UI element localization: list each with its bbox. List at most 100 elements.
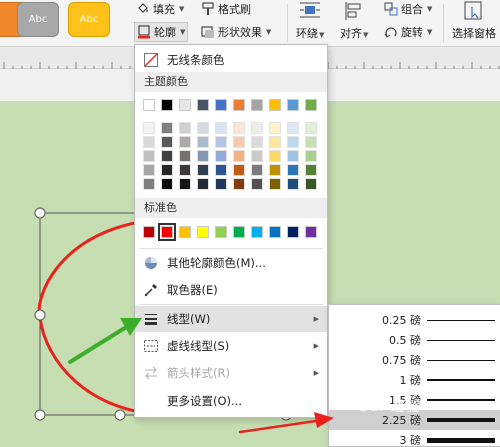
- line-weight-option[interactable]: 0.25 磅: [329, 310, 500, 330]
- theme-shade-swatch[interactable]: [233, 178, 245, 190]
- group-button[interactable]: 组合 ▼: [384, 0, 432, 18]
- theme-shade-swatch[interactable]: [143, 150, 155, 162]
- theme-shade-swatch[interactable]: [179, 122, 191, 134]
- theme-shade-swatch[interactable]: [251, 136, 263, 148]
- more-outline-colors-item[interactable]: 其他轮廓颜色(M)...: [135, 250, 327, 276]
- dash-type-item[interactable]: 虚线线型(S) ▶: [135, 333, 327, 359]
- line-weight-option[interactable]: 0.75 磅: [329, 350, 500, 370]
- theme-color-swatch[interactable]: [233, 99, 245, 111]
- eyedropper-item[interactable]: 取色器(E): [135, 277, 327, 303]
- theme-shade-swatch[interactable]: [233, 150, 245, 162]
- theme-shade-swatch[interactable]: [197, 178, 209, 190]
- theme-shade-swatch[interactable]: [251, 164, 263, 176]
- theme-shade-swatch[interactable]: [287, 150, 299, 162]
- theme-shade-swatch[interactable]: [143, 136, 155, 148]
- theme-shade-swatch[interactable]: [143, 164, 155, 176]
- selection-pane-label: 选择窗格: [452, 27, 496, 40]
- standard-color-swatch[interactable]: [197, 226, 209, 238]
- theme-shade-swatch[interactable]: [305, 122, 317, 134]
- theme-colors-heading: 主题颜色: [135, 72, 327, 92]
- theme-shade-swatch[interactable]: [269, 136, 281, 148]
- theme-shade-swatch[interactable]: [161, 136, 173, 148]
- line-weight-option[interactable]: 0.5 磅: [329, 330, 500, 350]
- theme-shade-swatch[interactable]: [251, 150, 263, 162]
- theme-shade-swatch[interactable]: [179, 136, 191, 148]
- theme-shade-swatch[interactable]: [305, 150, 317, 162]
- standard-color-swatch[interactable]: [287, 226, 299, 238]
- theme-color-swatch[interactable]: [179, 99, 191, 111]
- theme-shade-swatch[interactable]: [161, 164, 173, 176]
- theme-shade-swatch[interactable]: [287, 122, 299, 134]
- theme-color-swatch[interactable]: [143, 99, 155, 111]
- standard-color-swatch[interactable]: [215, 226, 227, 238]
- wrap-button[interactable]: 环绕▼: [296, 1, 324, 41]
- shape-style-swatch-gray[interactable]: Abc: [17, 2, 59, 37]
- no-line-color-item[interactable]: 无线条颜色: [135, 47, 327, 73]
- standard-color-swatch[interactable]: [143, 226, 155, 238]
- selection-pane-button[interactable]: 选择窗格: [452, 1, 496, 41]
- theme-shade-swatch[interactable]: [215, 164, 227, 176]
- theme-color-swatch[interactable]: [197, 99, 209, 111]
- theme-shade-swatch[interactable]: [233, 136, 245, 148]
- theme-shade-swatch[interactable]: [251, 178, 263, 190]
- theme-shade-swatch[interactable]: [287, 136, 299, 148]
- format-painter-button[interactable]: 格式刷: [201, 0, 251, 18]
- theme-shade-swatch[interactable]: [287, 164, 299, 176]
- line-weight-icon: [144, 312, 158, 326]
- theme-shade-swatch[interactable]: [215, 136, 227, 148]
- theme-shade-swatch[interactable]: [269, 164, 281, 176]
- submenu-arrow-icon: ▶: [313, 315, 319, 323]
- theme-color-swatch[interactable]: [215, 99, 227, 111]
- theme-shade-swatch[interactable]: [269, 150, 281, 162]
- theme-shade-swatch[interactable]: [215, 122, 227, 134]
- theme-shade-swatch[interactable]: [305, 164, 317, 176]
- standard-color-swatch[interactable]: [251, 226, 263, 238]
- theme-shade-swatch[interactable]: [233, 122, 245, 134]
- theme-shade-swatch[interactable]: [197, 122, 209, 134]
- theme-color-swatch[interactable]: [251, 99, 263, 111]
- align-button[interactable]: 对齐▼: [340, 1, 368, 41]
- theme-shade-swatch[interactable]: [251, 122, 263, 134]
- theme-color-swatch[interactable]: [305, 99, 317, 111]
- standard-color-swatch[interactable]: [179, 226, 191, 238]
- theme-shade-swatch[interactable]: [287, 178, 299, 190]
- theme-shade-swatch[interactable]: [179, 178, 191, 190]
- theme-shade-swatch[interactable]: [143, 178, 155, 190]
- theme-shade-swatch[interactable]: [179, 150, 191, 162]
- standard-color-swatch[interactable]: [305, 226, 317, 238]
- theme-shade-swatch[interactable]: [215, 150, 227, 162]
- standard-color-swatch[interactable]: [269, 226, 281, 238]
- line-type-item[interactable]: 线型(W) ▶: [135, 306, 327, 332]
- theme-color-swatch[interactable]: [161, 99, 173, 111]
- line-weight-option[interactable]: 3 磅: [329, 430, 500, 447]
- theme-shade-swatch[interactable]: [269, 178, 281, 190]
- line-weight-label: 3 磅: [399, 434, 422, 447]
- ribbon-divider: [443, 4, 444, 42]
- theme-shade-swatch[interactable]: [197, 164, 209, 176]
- theme-shade-swatch[interactable]: [305, 136, 317, 148]
- theme-shade-swatch[interactable]: [161, 122, 173, 134]
- shape-effect-button[interactable]: 形状效果 ▼: [201, 23, 271, 41]
- fill-button[interactable]: 填充 ▼: [136, 0, 184, 18]
- theme-shade-swatch[interactable]: [161, 178, 173, 190]
- outline-dropdown-menu: 无线条颜色 主题颜色 标准色 其他轮廓颜色(M)... 取色器(E) 线型(W)…: [134, 44, 328, 418]
- more-settings-item[interactable]: 更多设置(O)...: [135, 388, 327, 414]
- theme-shade-swatch[interactable]: [197, 136, 209, 148]
- shape-style-swatch-gold[interactable]: Abc: [68, 2, 110, 37]
- line-weight-option[interactable]: 1 磅: [329, 370, 500, 390]
- outline-button[interactable]: 轮廓 ▼: [134, 22, 189, 42]
- theme-shade-swatch[interactable]: [143, 122, 155, 134]
- theme-shade-swatch[interactable]: [161, 150, 173, 162]
- theme-color-swatch[interactable]: [269, 99, 281, 111]
- standard-color-swatch-selected[interactable]: [158, 223, 176, 241]
- format-painter-label: 格式刷: [218, 3, 251, 16]
- theme-shade-swatch[interactable]: [179, 164, 191, 176]
- theme-shade-swatch[interactable]: [197, 150, 209, 162]
- theme-color-swatch[interactable]: [287, 99, 299, 111]
- theme-shade-swatch[interactable]: [269, 122, 281, 134]
- standard-color-swatch[interactable]: [233, 226, 245, 238]
- theme-shade-swatch[interactable]: [215, 178, 227, 190]
- theme-shade-swatch[interactable]: [233, 164, 245, 176]
- theme-shade-swatch[interactable]: [305, 178, 317, 190]
- rotate-button[interactable]: 旋转 ▼: [384, 23, 432, 41]
